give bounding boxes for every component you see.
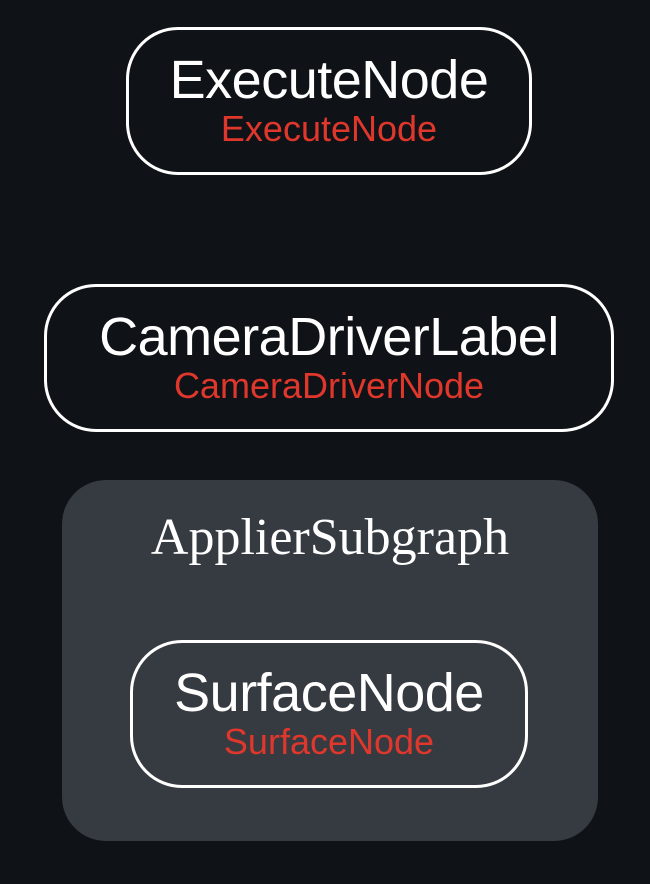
applier-subgraph-title: ApplierSubgraph [150, 509, 510, 566]
surface-node-title: SurfaceNode [174, 663, 484, 723]
camera-driver-node[interactable]: CameraDriverLabel CameraDriverNode [44, 284, 614, 432]
applier-subgraph[interactable]: ApplierSubgraph SurfaceNode SurfaceNode [62, 480, 598, 841]
surface-node-subtitle: SurfaceNode [223, 721, 435, 762]
diagram-canvas: ExecuteNode ExecuteNode CameraDriverLabe… [0, 0, 650, 884]
surface-node[interactable]: SurfaceNode SurfaceNode [130, 640, 528, 788]
camera-driver-node-title: CameraDriverLabel [99, 307, 559, 367]
execute-node-title: ExecuteNode [169, 50, 489, 110]
execute-node[interactable]: ExecuteNode ExecuteNode [126, 27, 532, 175]
execute-node-subtitle: ExecuteNode [220, 108, 438, 149]
camera-driver-node-subtitle: CameraDriverNode [173, 365, 485, 406]
